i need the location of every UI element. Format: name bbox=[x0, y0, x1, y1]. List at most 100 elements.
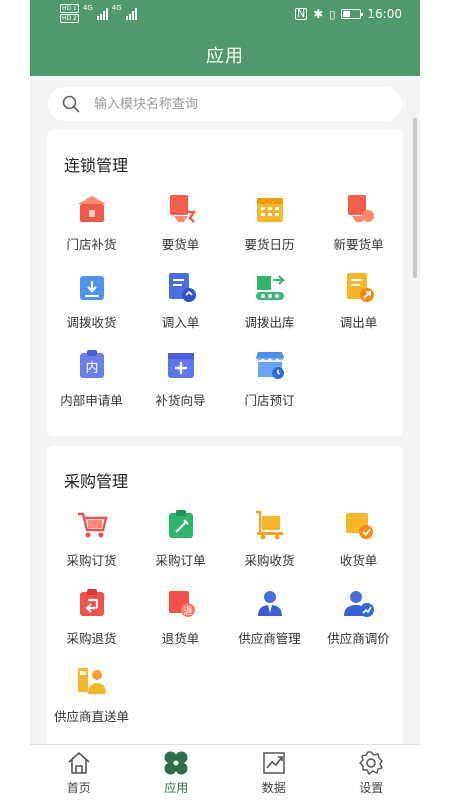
purchase-receive-icon bbox=[255, 510, 283, 540]
hd-badge: HD 1 bbox=[60, 4, 79, 13]
module-tile-transfer-out[interactable]: 调拨出库 bbox=[225, 270, 314, 348]
signal-icon bbox=[96, 7, 108, 20]
clock: 16:00 bbox=[367, 7, 402, 21]
module-label: 要货单 bbox=[161, 237, 200, 252]
module-tile-request-order[interactable]: 要货单 bbox=[136, 192, 225, 270]
module-label: 采购收货 bbox=[244, 553, 295, 568]
module-tile-store-booking[interactable]: 门店预订 bbox=[225, 348, 314, 426]
chart-icon bbox=[263, 752, 285, 774]
receipt-icon bbox=[345, 513, 373, 539]
supplier-icon bbox=[257, 591, 282, 616]
nav-label: 首页 bbox=[66, 781, 91, 795]
module-tile-purchase-order[interactable]: 采购订单 bbox=[136, 508, 225, 586]
network-type-1: 4G bbox=[82, 4, 93, 12]
purchase-order-icon bbox=[168, 510, 193, 538]
section-title: 采购管理 bbox=[64, 472, 129, 491]
dispatch-order-icon bbox=[346, 273, 374, 302]
module-grid: 采购订货 采购订单 采购收货 收货单 采购退货退退货单 供应商管理 供应商调价 供应商直送单 bbox=[47, 508, 403, 742]
battery-icon bbox=[341, 9, 364, 19]
module-label: 采购订单 bbox=[155, 553, 206, 568]
module-grid: 门店补货 要货单 要货日历 新要货单 调拨收货 调入单 调拨出库 调出单内内部申请单 补货向导门… bbox=[47, 192, 403, 426]
module-label: 新要货单 bbox=[333, 237, 384, 252]
signal-icon bbox=[125, 7, 137, 20]
purchase-cart-icon bbox=[77, 512, 108, 538]
module-tile-store-replenish[interactable]: 门店补货 bbox=[47, 192, 136, 270]
module-label: 补货向导 bbox=[155, 393, 206, 408]
hd-badges: HD 1 HD 2 bbox=[60, 4, 79, 23]
module-label: 供应商调价 bbox=[327, 631, 390, 646]
scrollbar[interactable] bbox=[413, 118, 417, 278]
settings-icon bbox=[359, 751, 383, 775]
bottom-nav: 首页 应用 数据 设置 bbox=[30, 744, 420, 800]
module-tile-purchase-receive[interactable]: 采购收货 bbox=[225, 508, 314, 586]
nav-data[interactable]: 数据 bbox=[225, 745, 323, 800]
section-purchase-management: 采购管理 采购订货 采购订单 采购收货 收货单 采购退货退退货单 供应商管理 供应商调价 供应… bbox=[47, 446, 403, 746]
search-input[interactable] bbox=[94, 96, 374, 112]
module-tile-purchase-cart[interactable]: 采购订货 bbox=[47, 508, 136, 586]
module-label: 调入单 bbox=[161, 315, 200, 330]
apps-icon bbox=[164, 751, 188, 775]
replenish-wizard-icon bbox=[167, 353, 194, 378]
status-bar: HD 1 HD 2 4G 4G N ✱ ▯ 16:00 bbox=[30, 0, 420, 30]
module-label: 调拨收货 bbox=[66, 315, 117, 330]
module-tile-internal-request[interactable]: 内内部申请单 bbox=[47, 348, 136, 426]
nav-apps[interactable]: 应用 bbox=[128, 745, 226, 800]
supplier-direct-icon bbox=[77, 668, 106, 694]
transfer-out-icon bbox=[255, 275, 285, 300]
search-bar[interactable] bbox=[48, 87, 402, 121]
module-label: 要货日历 bbox=[244, 237, 295, 252]
home-icon bbox=[68, 752, 90, 774]
module-tile-dispatch-order[interactable]: 调出单 bbox=[314, 270, 403, 348]
module-tile-transfer-in[interactable]: 调入单 bbox=[136, 270, 225, 348]
module-label: 调拨出库 bbox=[244, 315, 295, 330]
module-tile-purchase-return[interactable]: 采购退货 bbox=[47, 586, 136, 664]
module-tile-supplier[interactable]: 供应商管理 bbox=[225, 586, 314, 664]
module-label: 内部申请单 bbox=[60, 393, 123, 408]
nav-home[interactable]: 首页 bbox=[30, 745, 128, 800]
module-tile-receipt[interactable]: 收货单 bbox=[314, 508, 403, 586]
network-type-2: 4G bbox=[111, 4, 122, 12]
nav-label: 数据 bbox=[261, 781, 286, 795]
calendar-icon bbox=[256, 198, 283, 222]
module-label: 门店补货 bbox=[66, 237, 117, 252]
transfer-receive-icon bbox=[79, 276, 104, 300]
module-tile-supplier-price[interactable]: 供应商调价 bbox=[314, 586, 403, 664]
module-label: 采购订货 bbox=[66, 553, 117, 568]
module-label: 门店预订 bbox=[244, 393, 295, 408]
nav-label: 应用 bbox=[164, 781, 189, 795]
module-tile-supplier-direct[interactable]: 供应商直送单 bbox=[47, 664, 136, 742]
network-indicators: HD 1 HD 2 4G 4G bbox=[60, 4, 137, 23]
transfer-in-icon bbox=[168, 273, 196, 302]
app-header: HD 1 HD 2 4G 4G N ✱ ▯ 16:00 应用 bbox=[30, 0, 420, 76]
module-tile-calendar[interactable]: 要货日历 bbox=[225, 192, 314, 270]
nav-settings[interactable]: 设置 bbox=[323, 745, 421, 800]
section-chain-management: 连锁管理 门店补货 要货单 要货日历 新要货单调拨收货 调入单 调拨出库 调出单内内部申请单… bbox=[47, 130, 403, 436]
vibrate-icon: ▯ bbox=[329, 7, 336, 21]
svg-text:退: 退 bbox=[183, 606, 192, 617]
module-label: 供应商管理 bbox=[238, 631, 301, 646]
new-request-order-icon bbox=[347, 195, 374, 222]
module-tile-transfer-receive[interactable]: 调拨收货 bbox=[47, 270, 136, 348]
page-title: 应用 bbox=[206, 46, 244, 67]
module-label: 退货单 bbox=[161, 631, 200, 646]
module-tile-replenish-wizard[interactable]: 补货向导 bbox=[136, 348, 225, 426]
supplier-price-icon bbox=[343, 591, 374, 617]
module-label: 采购退货 bbox=[66, 631, 117, 646]
internal-request-icon: 内 bbox=[79, 350, 104, 378]
module-label: 收货单 bbox=[339, 553, 378, 568]
section-title: 连锁管理 bbox=[64, 156, 129, 175]
bluetooth-icon: ✱ bbox=[313, 7, 324, 21]
search-icon bbox=[62, 95, 80, 113]
store-replenish-icon bbox=[77, 196, 106, 222]
system-indicators: N ✱ ▯ 16:00 bbox=[295, 7, 402, 21]
module-tile-new-request-order[interactable]: 新要货单 bbox=[314, 192, 403, 270]
nfc-icon: N bbox=[295, 7, 308, 20]
hd-badge: HD 2 bbox=[60, 14, 79, 23]
svg-text:内: 内 bbox=[85, 360, 98, 376]
module-label: 调出单 bbox=[339, 315, 378, 330]
nav-label: 设置 bbox=[359, 781, 384, 795]
store-booking-icon bbox=[255, 352, 284, 379]
request-order-icon bbox=[169, 195, 196, 223]
purchase-return-icon bbox=[79, 589, 104, 616]
module-tile-return-order[interactable]: 退退货单 bbox=[136, 586, 225, 664]
